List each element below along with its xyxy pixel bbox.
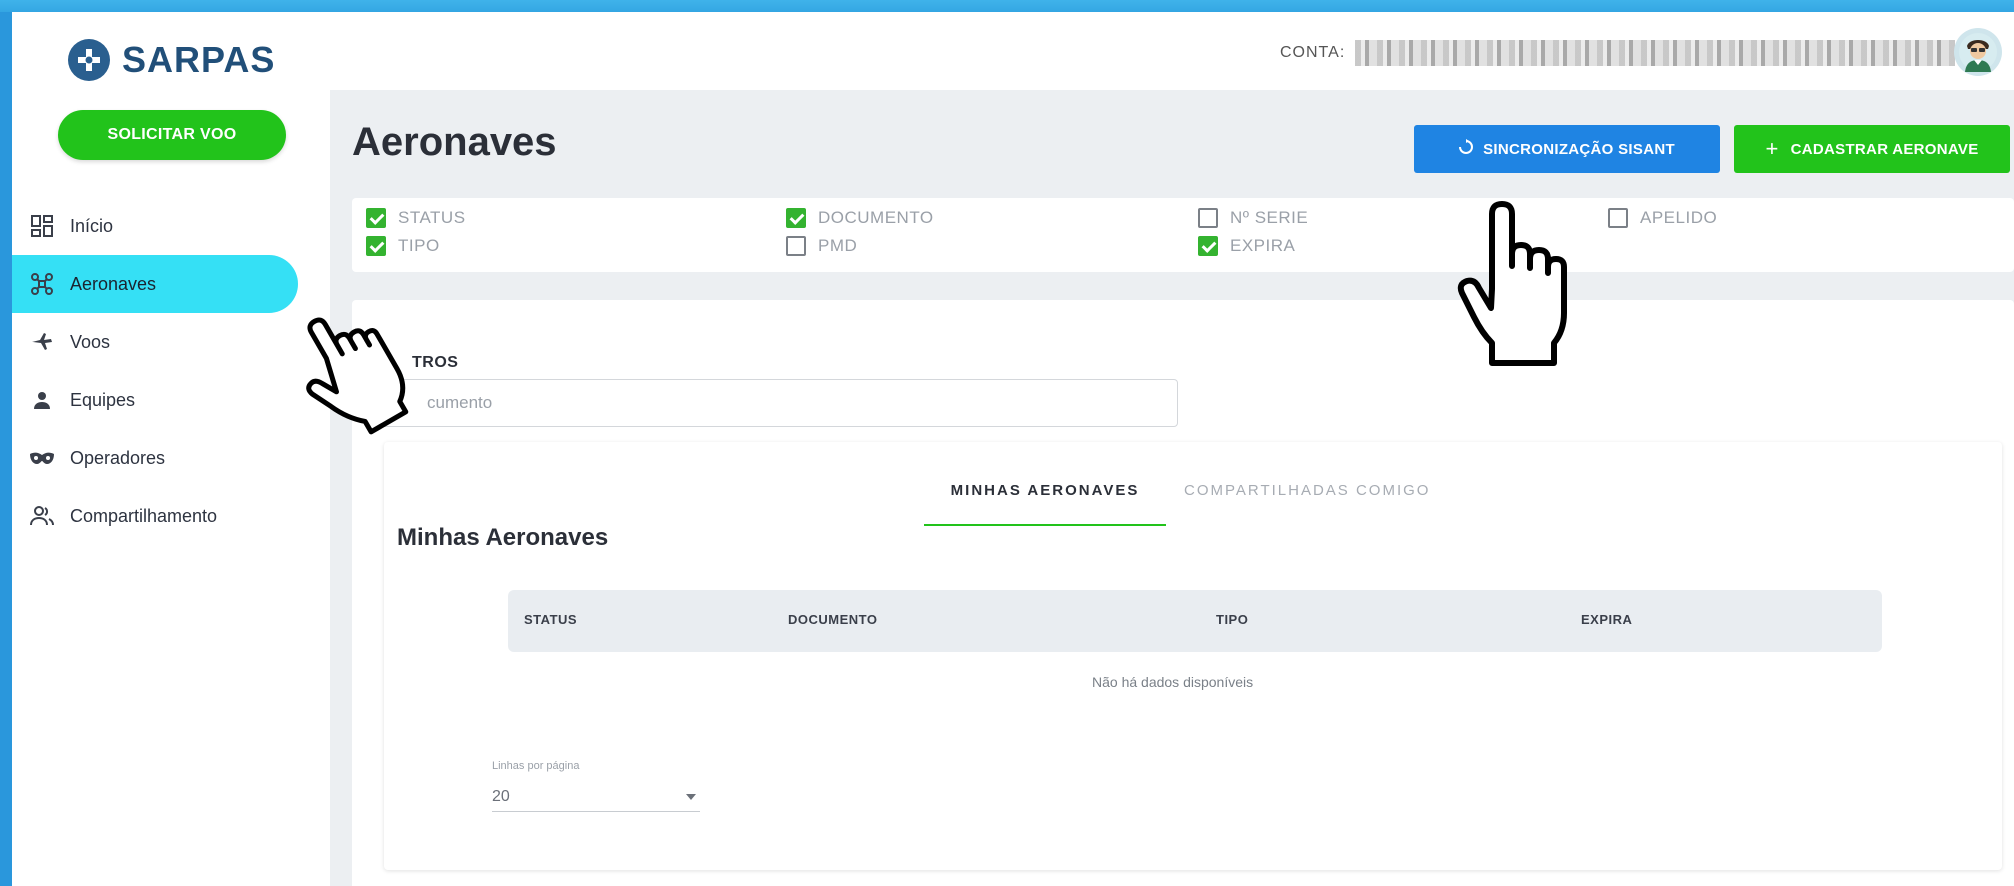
table-header: STATUS DOCUMENTO TIPO EXPIRA: [508, 590, 1882, 652]
column-toggle-apelido[interactable]: APELIDO: [1608, 208, 1717, 228]
checkbox-label: PMD: [818, 236, 858, 255]
mask-icon: [28, 444, 56, 472]
sidebar-item-label: Operadores: [70, 447, 166, 468]
chevron-down-icon: [686, 793, 696, 800]
sync-label: SINCRONIZAÇÃO SISANT: [1483, 140, 1675, 158]
plus-icon: +: [1765, 136, 1779, 161]
add-aircraft-label: CADASTRAR AERONAVE: [1790, 140, 1979, 158]
column-header-expira[interactable]: EXPIRA: [1581, 612, 1632, 627]
column-header-documento[interactable]: DOCUMENTO: [788, 612, 877, 627]
sidebar-item-label: Equipes: [70, 389, 136, 410]
rows-per-page-value: 20: [492, 787, 510, 805]
avatar[interactable]: [1954, 28, 2002, 76]
column-toggle-tipo[interactable]: TIPO: [366, 236, 440, 256]
rows-per-page-label: Linhas por página: [492, 760, 580, 772]
checkbox-label: APELIDO: [1640, 208, 1718, 227]
logo-icon: [68, 39, 110, 81]
sync-icon: [1459, 139, 1474, 159]
drone-icon: [28, 270, 56, 298]
checkbox-label: DOCUMENTO: [818, 208, 934, 227]
checkbox[interactable]: [786, 236, 806, 256]
column-toggle-serie[interactable]: Nº SERIE: [1198, 208, 1308, 228]
tab-minhas-aeronaves[interactable]: MINHAS AERONAVES: [924, 482, 1166, 526]
dashboard-icon: [28, 212, 56, 240]
checkbox[interactable]: [366, 208, 386, 228]
brand-name: SARPAS: [122, 39, 276, 80]
checkbox-label: EXPIRA: [1230, 236, 1296, 255]
checkbox-label: TIPO: [398, 236, 440, 255]
pointer-hand-icon: [1457, 201, 1567, 366]
sidebar-item-label: Voos: [70, 331, 111, 352]
app-frame: SARPAS SOLICITAR VOO Início Aeronaves Vo…: [12, 12, 2014, 886]
request-flight-button[interactable]: SOLICITAR VOO: [58, 110, 286, 160]
page-title: Aeronaves: [352, 120, 557, 164]
person-icon: [28, 386, 56, 414]
sidebar-item-aeronaves[interactable]: Aeronaves: [12, 255, 298, 313]
group-icon: [28, 502, 56, 530]
checkbox[interactable]: [366, 236, 386, 256]
sidebar-item-compartilhamento[interactable]: Compartilhamento: [12, 487, 330, 545]
checkbox[interactable]: [1198, 208, 1218, 228]
account-info: CONTA:: [1280, 40, 1956, 66]
top-header: CONTA:: [330, 12, 2014, 90]
checkbox[interactable]: [1608, 208, 1628, 228]
tab-compartilhadas[interactable]: COMPARTILHADAS COMIGO: [1184, 482, 1430, 499]
sync-sisant-button[interactable]: SINCRONIZAÇÃO SISANT: [1414, 125, 1720, 173]
account-label: CONTA:: [1280, 44, 1346, 61]
checkbox[interactable]: [1198, 236, 1218, 256]
checkbox[interactable]: [786, 208, 806, 228]
pointer-hand-icon: [306, 317, 409, 435]
sidebar-item-label: Aeronaves: [70, 273, 157, 294]
column-header-status[interactable]: STATUS: [524, 612, 577, 627]
column-selector: [352, 198, 2014, 272]
column-toggle-documento[interactable]: DOCUMENTO: [786, 208, 934, 228]
column-toggle-pmd[interactable]: PMD: [786, 236, 857, 256]
plane-icon: [28, 328, 56, 356]
sidebar-item-inicio[interactable]: Início: [12, 197, 330, 255]
column-toggle-status[interactable]: STATUS: [366, 208, 466, 228]
checkbox-label: STATUS: [398, 208, 466, 227]
add-aircraft-button[interactable]: + CADASTRAR AERONAVE: [1734, 125, 2010, 173]
column-toggle-expira[interactable]: EXPIRA: [1198, 236, 1295, 256]
brand-logo[interactable]: SARPAS: [68, 38, 275, 82]
column-header-tipo[interactable]: TIPO: [1216, 612, 1248, 627]
checkbox-label: Nº SERIE: [1230, 208, 1309, 227]
document-filter-input[interactable]: [366, 379, 1178, 427]
sidebar-item-label: Compartilhamento: [70, 505, 218, 526]
sidebar-item-label: Início: [70, 215, 114, 236]
section-title: Minhas Aeronaves: [397, 524, 609, 551]
empty-state-text: Não há dados disponíveis: [1092, 674, 1254, 690]
rows-per-page-select[interactable]: 20: [492, 782, 700, 812]
account-redacted: [1355, 40, 1956, 66]
